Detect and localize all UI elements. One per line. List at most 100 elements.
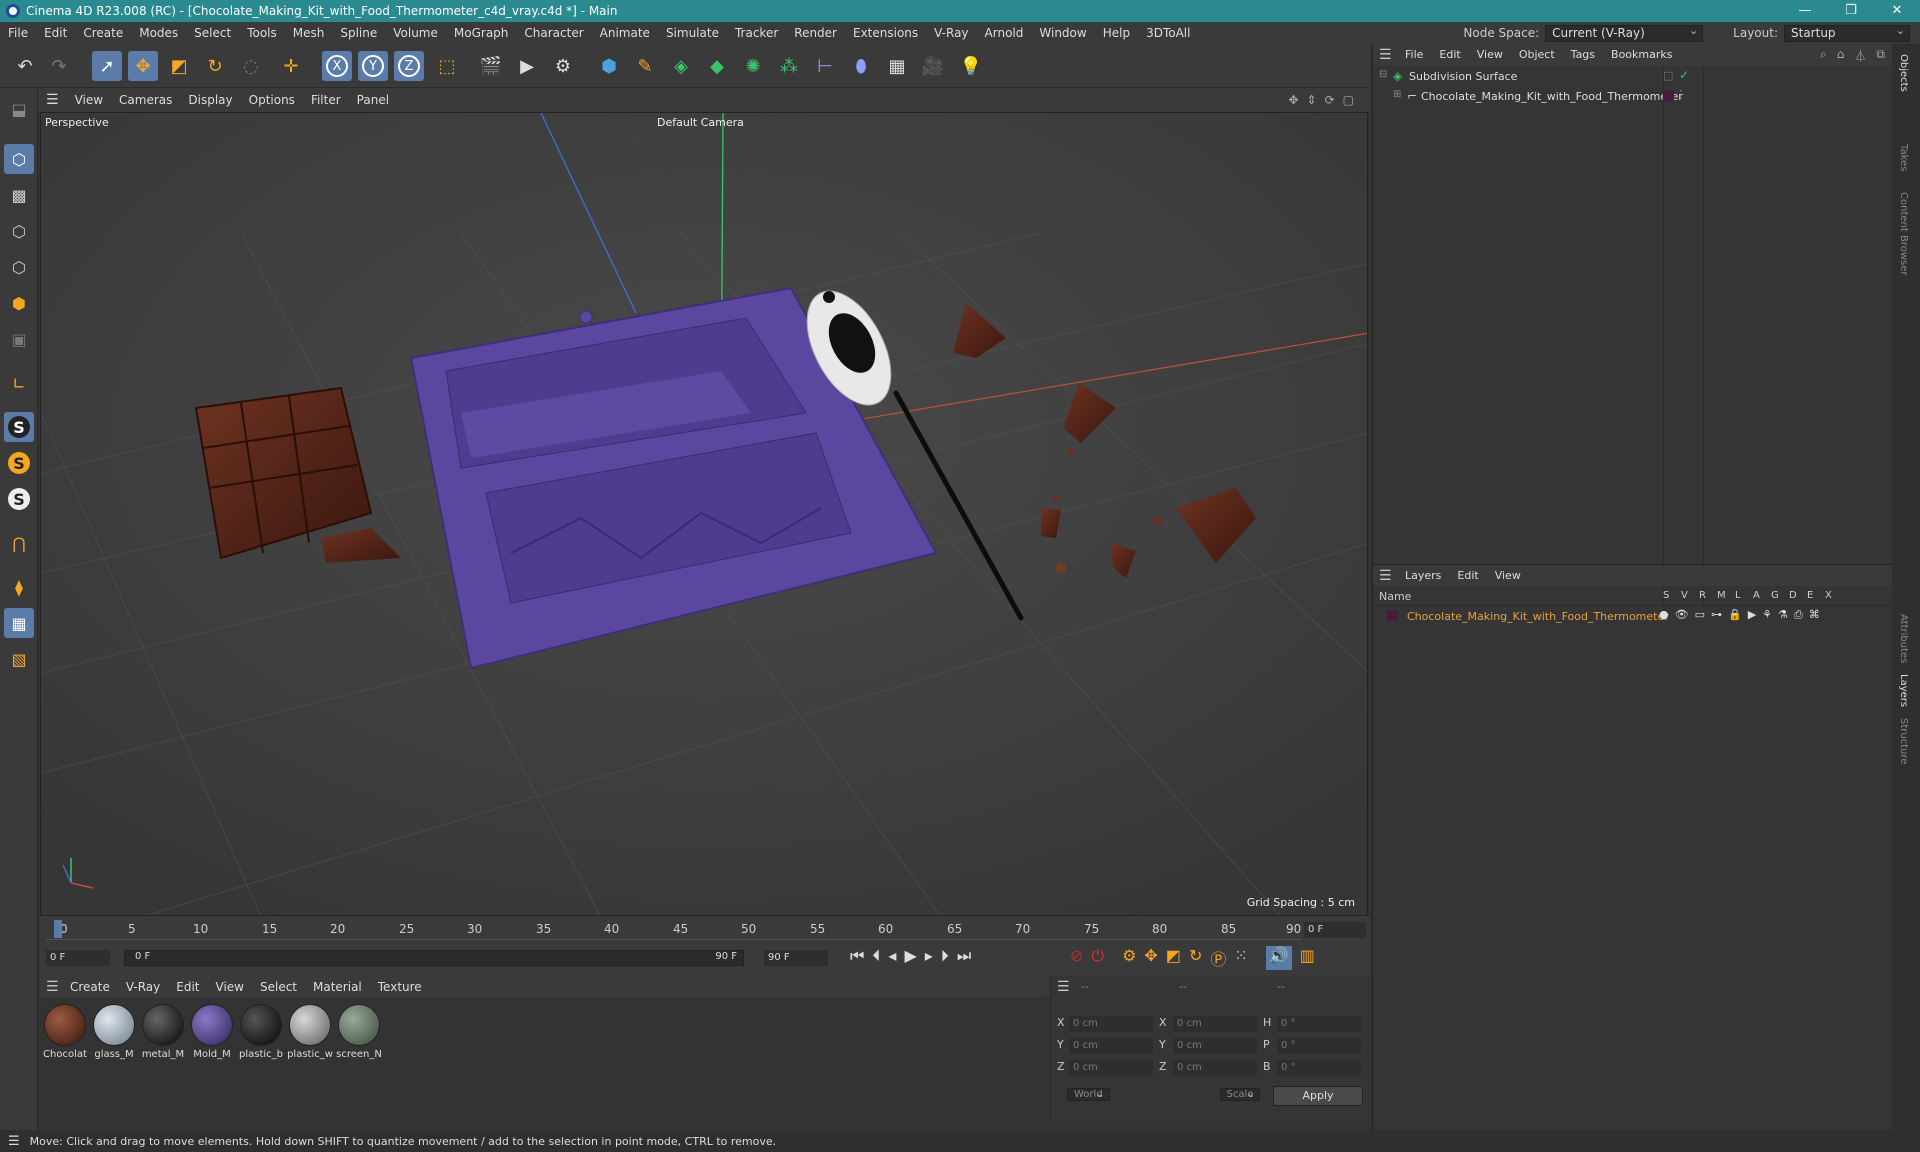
model-mode-icon[interactable]: ⬡ (4, 144, 34, 174)
menu-vray[interactable]: V-Ray (926, 26, 976, 40)
tab-takes[interactable]: Takes (1898, 144, 1909, 171)
redo-icon[interactable]: ↷ (44, 51, 74, 81)
tab-objects[interactable]: Objects (1898, 54, 1909, 92)
rotation-h-field[interactable]: 0 ° (1277, 1016, 1361, 1032)
menu-mesh[interactable]: Mesh (285, 26, 333, 40)
object-name[interactable]: Subdivision Surface (1409, 70, 1517, 83)
viewport-hamburger-icon[interactable]: ☰ (38, 92, 67, 108)
object-name[interactable]: Chocolate_Making_Kit_with_Food_Thermomet… (1421, 90, 1683, 103)
material-swatch[interactable]: Mold_M (189, 1004, 235, 1060)
new-window-icon[interactable]: ⧉ (1876, 47, 1885, 64)
axis-tool-icon[interactable]: ✛ (276, 51, 306, 81)
layer-manager-icon[interactable]: ⊶ (1711, 608, 1722, 622)
status-hamburger-icon[interactable]: ☰ (8, 1134, 20, 1149)
layer-expressions-icon[interactable]: ⎙ (1794, 608, 1803, 622)
filter-icon[interactable]: ⏃ (1854, 47, 1866, 64)
menu-animate[interactable]: Animate (592, 26, 658, 40)
material-menu-texture[interactable]: Texture (378, 980, 422, 994)
material-menu-material[interactable]: Material (313, 980, 362, 994)
recent-tool-icon[interactable]: ◌ (236, 51, 266, 81)
menu-character[interactable]: Character (516, 26, 591, 40)
objects-menu-bookmarks[interactable]: Bookmarks (1611, 48, 1672, 61)
menu-extensions[interactable]: Extensions (845, 26, 926, 40)
menu-render[interactable]: Render (786, 26, 845, 40)
expand-icon[interactable]: ⊞ (1393, 89, 1401, 100)
viewport-menu-display[interactable]: Display (180, 93, 240, 107)
field-icon[interactable]: ⬮ (846, 51, 876, 81)
material-swatch[interactable]: metal_M (140, 1004, 186, 1060)
coordinate-system-icon[interactable]: ⬚ (432, 51, 462, 81)
autokey-icon[interactable]: ⏻ (1091, 946, 1104, 970)
material-swatch[interactable]: glass_M (91, 1004, 137, 1060)
snap-settings-icon[interactable]: S (4, 448, 34, 478)
restore-icon[interactable]: ❐ (1828, 0, 1874, 22)
home-icon[interactable]: ⌂ (1837, 47, 1845, 64)
material-hamburger-icon[interactable]: ☰ (46, 979, 59, 995)
magnet-icon[interactable]: ⋂ (4, 528, 34, 558)
viewport-menu-view[interactable]: View (67, 93, 111, 107)
axis-mode-icon[interactable]: ∟ (4, 368, 34, 398)
key-pla-icon[interactable]: ⁙ (1234, 946, 1247, 970)
playhead[interactable] (54, 920, 62, 938)
tab-content-browser[interactable]: Content Browser (1898, 192, 1909, 275)
menu-spline[interactable]: Spline (332, 26, 385, 40)
cube-object-icon[interactable]: ⬢ (594, 51, 624, 81)
layer-render-icon[interactable]: ▭ (1695, 608, 1705, 622)
position-z-field[interactable]: 0 cm (1069, 1060, 1153, 1076)
viewport-menu-panel[interactable]: Panel (349, 93, 397, 107)
layers-menu-layers[interactable]: Layers (1405, 569, 1441, 582)
material-swatch[interactable]: plastic_b (238, 1004, 284, 1060)
uv-mode-icon[interactable]: ▣ (4, 324, 34, 354)
object-row[interactable]: ⊟ ◈ Subdivision Surface ⬚ ✓ (1373, 68, 1893, 86)
viewport-menu-filter[interactable]: Filter (303, 93, 349, 107)
material-swatch[interactable]: plastic_w (287, 1004, 333, 1060)
layer-row[interactable]: Chocolate_Making_Kit_with_Food_Thermomet… (1373, 608, 1893, 626)
select-tool-icon[interactable]: ➚ (92, 51, 122, 81)
menu-create[interactable]: Create (75, 26, 131, 40)
tab-layers[interactable]: Layers (1898, 674, 1909, 707)
layers-menu-view[interactable]: View (1495, 569, 1521, 582)
current-frame-field[interactable]: 0 F (46, 950, 110, 966)
menu-help[interactable]: Help (1095, 26, 1138, 40)
key-rotation-icon[interactable]: ↻ (1189, 946, 1202, 970)
menu-select[interactable]: Select (186, 26, 239, 40)
viewport-menu-options[interactable]: Options (241, 93, 303, 107)
size-z-field[interactable]: 0 cm (1173, 1060, 1257, 1076)
rotate-tool-icon[interactable]: ↻ (200, 51, 230, 81)
render-view-icon[interactable]: 🎬 (476, 51, 506, 81)
tab-attributes[interactable]: Attributes (1898, 614, 1909, 663)
objects-hamburger-icon[interactable]: ☰ (1379, 47, 1392, 63)
pen-spline-icon[interactable]: ✎ (630, 51, 660, 81)
make-editable-icon[interactable]: ⬓ (4, 94, 34, 124)
camera-name[interactable]: Default Camera (657, 116, 744, 129)
size-y-field[interactable]: 0 cm (1173, 1038, 1257, 1054)
position-y-field[interactable]: 0 cm (1069, 1038, 1153, 1054)
menu-3dtoall[interactable]: 3DToAll (1138, 26, 1198, 40)
snap-icon[interactable]: S (4, 412, 34, 442)
menu-volume[interactable]: Volume (385, 26, 446, 40)
move-tool-icon[interactable]: ✥ (128, 51, 158, 81)
render-settings-icon[interactable]: ⚙ (548, 51, 578, 81)
layer-deformers-icon[interactable]: ⚗ (1778, 608, 1788, 622)
layer-animation-icon[interactable]: ▶ (1748, 608, 1756, 622)
menu-mograph[interactable]: MoGraph (446, 26, 517, 40)
mograph-icon[interactable]: ⁂ (774, 51, 804, 81)
previous-frame-icon[interactable]: ◂ (888, 946, 896, 966)
texture-mode-icon[interactable]: ▩ (4, 180, 34, 210)
material-swatch[interactable]: screen_N (336, 1004, 382, 1060)
coord-system-dropdown[interactable]: World (1067, 1088, 1110, 1101)
layer-name[interactable]: Chocolate_Making_Kit_with_Food_Thermomet… (1407, 610, 1669, 623)
layer-generators-icon[interactable]: ⚘ (1762, 608, 1772, 622)
menu-simulate[interactable]: Simulate (658, 26, 727, 40)
render-picture-viewer-icon[interactable]: ▶ (512, 51, 542, 81)
coords-hamburger-icon[interactable]: ☰ (1057, 979, 1070, 995)
polygons-mode-icon[interactable]: ⬢ (4, 288, 34, 318)
node-space-dropdown[interactable]: Current (V-Ray) (1545, 23, 1704, 42)
floor-icon[interactable]: ▦ (882, 51, 912, 81)
object-row[interactable]: ⊞ ⌐ Chocolate_Making_Kit_with_Food_Therm… (1373, 88, 1893, 106)
layer-color-swatch[interactable] (1387, 610, 1398, 621)
layer-color-swatch[interactable] (1663, 91, 1674, 102)
objects-menu-file[interactable]: File (1405, 48, 1423, 61)
cloner-icon[interactable]: ✺ (738, 51, 768, 81)
workplane-icon[interactable]: ⧫ (4, 572, 34, 602)
